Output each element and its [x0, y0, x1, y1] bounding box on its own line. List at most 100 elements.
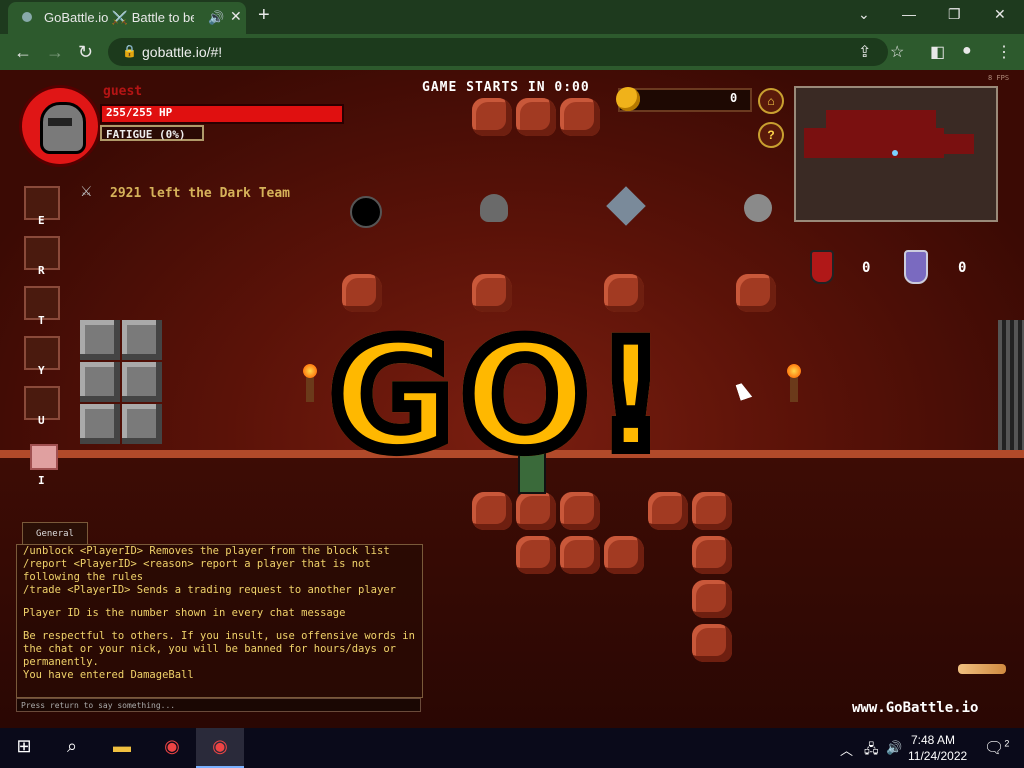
- minimap-room: [826, 110, 936, 130]
- menu-kebab-icon[interactable]: ⋮: [996, 42, 1012, 62]
- mace-powerup-icon[interactable]: [480, 194, 508, 222]
- rock-block: [516, 536, 556, 574]
- rock-block: [692, 624, 732, 662]
- iron-gate: [998, 320, 1024, 450]
- rock-block: [472, 274, 512, 312]
- red-team-score: 0: [862, 260, 871, 276]
- network-icon[interactable]: 🖧: [864, 740, 879, 762]
- rock-block: [342, 274, 382, 312]
- site-favicon-icon: [22, 12, 32, 22]
- gobattle-branding: www.GoBattle.io: [852, 700, 979, 716]
- stone-block: [80, 320, 120, 360]
- black-orb-icon[interactable]: [350, 196, 382, 228]
- health-text: 255/255 HP: [106, 106, 173, 119]
- rock-block: [692, 536, 732, 574]
- rock-block: [604, 536, 644, 574]
- rock-block: [604, 274, 644, 312]
- forward-arrow-icon[interactable]: →: [46, 42, 64, 63]
- file-explorer-icon[interactable]: ▬: [110, 736, 134, 760]
- rock-block: [736, 274, 776, 312]
- fatigue-bar: FATIGUE (0%): [100, 125, 204, 141]
- side-panel-icon[interactable]: ◧: [930, 42, 945, 62]
- share-icon[interactable]: ⇪: [858, 42, 871, 62]
- new-tab-button[interactable]: +: [258, 4, 270, 27]
- lock-icon[interactable]: 🔒: [122, 44, 137, 58]
- game-countdown: GAME STARTS IN 0:00: [422, 80, 590, 95]
- minimap: [794, 86, 998, 222]
- gold-coin-icon: [616, 87, 640, 111]
- minimap-room: [944, 134, 974, 154]
- visor: [48, 118, 72, 126]
- rock-block: [516, 98, 556, 136]
- hotkey-label: E: [38, 214, 45, 227]
- tab-close-icon[interactable]: ✕: [230, 8, 242, 25]
- restore-button[interactable]: ❐: [948, 6, 961, 23]
- crossed-swords-icon: ⚔: [80, 184, 93, 200]
- chrome-icon[interactable]: ◉: [160, 736, 184, 760]
- rock-block: [516, 492, 556, 530]
- rock-block: [472, 492, 512, 530]
- chat-tab-general[interactable]: General: [22, 522, 88, 545]
- taskbar-clock[interactable]: 7:48 AM 11/24/2022: [908, 732, 968, 764]
- chat-spacer: [17, 620, 422, 630]
- help-button[interactable]: ?: [758, 122, 784, 148]
- notification-icon[interactable]: 🗨2: [984, 738, 1009, 758]
- stone-block: [122, 320, 162, 360]
- fps-counter: 8 FPS: [988, 74, 1010, 82]
- armor-powerup-icon[interactable]: [744, 194, 772, 222]
- audio-playing-icon[interactable]: 🔊: [208, 10, 224, 26]
- hotkey-label: U: [38, 414, 45, 427]
- torch-icon: [303, 364, 317, 402]
- rock-block: [560, 98, 600, 136]
- chat-line: /report <PlayerID> <reason> report a pla…: [23, 558, 378, 583]
- search-icon[interactable]: ⌕: [60, 736, 84, 760]
- shuriken-powerup-icon[interactable]: [606, 186, 646, 226]
- player-name: guest: [103, 84, 143, 99]
- hotkey-label: I: [38, 474, 45, 487]
- gold-amount: 0: [730, 91, 738, 105]
- minimap-room: [804, 128, 944, 158]
- stone-block: [80, 404, 120, 444]
- chat-line: Be respectful to others. If you insult, …: [23, 630, 422, 668]
- rock-block: [472, 98, 512, 136]
- chat-line: /unblock <PlayerID> Removes the player f…: [23, 545, 390, 557]
- back-arrow-icon[interactable]: ←: [14, 42, 32, 63]
- chat-line: You have entered DamageBall: [23, 669, 194, 681]
- rock-block: [692, 492, 732, 530]
- player-avatar: [22, 88, 98, 164]
- inventory-bag-icon[interactable]: [30, 444, 58, 470]
- notification-count: 2: [1004, 738, 1010, 749]
- tab-title: GoBattle.io ⚔️ Battle to be t: [44, 10, 194, 25]
- rock-block: [692, 580, 732, 618]
- home-button[interactable]: ⌂: [758, 88, 784, 114]
- hotkey-label: T: [38, 314, 45, 327]
- kill-feed-message: 2921 left the Dark Team: [110, 186, 291, 201]
- stone-block: [122, 362, 162, 402]
- clock-date: 11/24/2022: [908, 749, 968, 763]
- stone-block: [122, 404, 162, 444]
- sword-icon[interactable]: [958, 664, 1006, 674]
- chat-line: Player ID is the number shown in every c…: [23, 607, 346, 619]
- red-team-shield-icon: [810, 250, 834, 284]
- chrome-active-icon[interactable]: ◉: [208, 736, 232, 760]
- address-bar[interactable]: 🔒 gobattle.io/#!: [108, 38, 888, 66]
- volume-icon[interactable]: 🔊: [886, 740, 902, 756]
- minimize-button[interactable]: —: [902, 6, 916, 22]
- bookmark-star-icon[interactable]: ☆: [890, 42, 904, 62]
- rock-block: [560, 536, 600, 574]
- chat-log: /unblock <PlayerID> Removes the player f…: [16, 544, 423, 698]
- minimap-player-marker: [892, 150, 898, 156]
- rock-block: [648, 492, 688, 530]
- chat-input[interactable]: Press return to say something...: [16, 698, 421, 712]
- chat-line: /trade <PlayerID> Sends a trading reques…: [23, 584, 396, 596]
- tab-search-icon[interactable]: ⌄: [858, 6, 870, 23]
- reload-icon[interactable]: ↻: [78, 42, 93, 63]
- windows-start-icon[interactable]: ⊞: [12, 736, 36, 760]
- browser-tab[interactable]: GoBattle.io ⚔️ Battle to be t 🔊 ✕: [8, 2, 246, 34]
- chevron-up-icon[interactable]: ︿: [840, 740, 853, 759]
- hotkey-label: Y: [38, 364, 45, 377]
- go-banner: GO!: [324, 310, 674, 484]
- close-window-button[interactable]: ✕: [994, 6, 1006, 23]
- url-text[interactable]: gobattle.io/#!: [142, 44, 222, 60]
- profile-icon[interactable]: ●: [962, 42, 972, 60]
